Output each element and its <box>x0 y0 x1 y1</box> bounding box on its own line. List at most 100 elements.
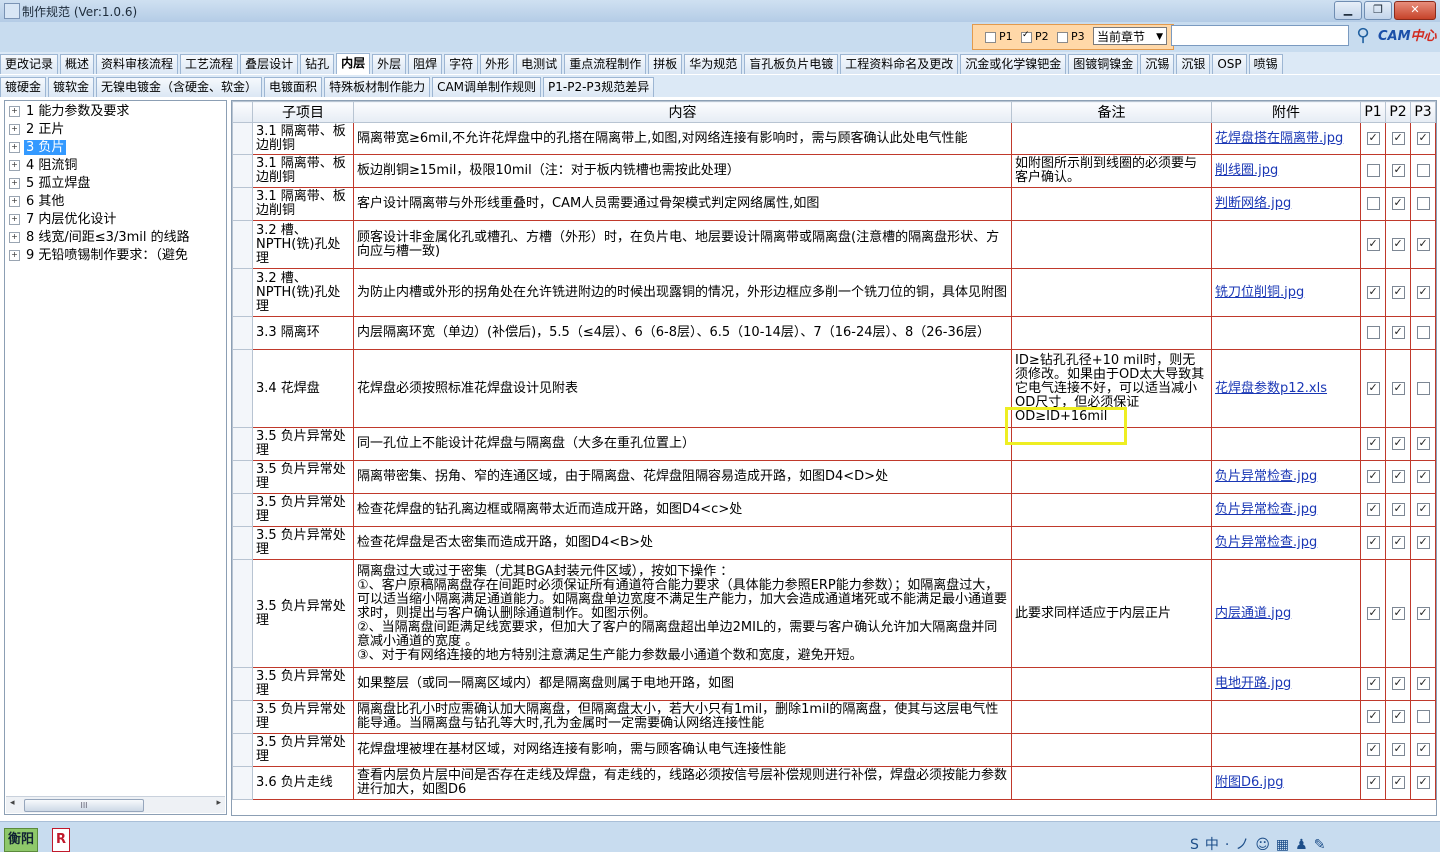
note-cell[interactable] <box>1011 187 1212 221</box>
row-header-corner[interactable] <box>232 101 253 123</box>
p3-checkbox[interactable] <box>1416 197 1430 210</box>
p1-cell[interactable] <box>1360 349 1386 428</box>
expand-icon[interactable]: + <box>9 142 20 153</box>
note-cell[interactable] <box>1011 316 1212 350</box>
tree-item[interactable]: +7 内层优化设计 <box>9 211 118 229</box>
attach-cell[interactable]: 铣刀位削铜.jpg <box>1211 268 1361 317</box>
attach-cell[interactable]: 负片异常检查.jpg <box>1211 460 1361 494</box>
note-cell[interactable] <box>1011 268 1212 317</box>
content-cell[interactable]: 隔离带宽≥6mil,不允许花焊盘中的孔搭在隔离带上,如图,对网络连接有影响时，需… <box>353 122 1012 155</box>
item-cell[interactable]: 3.5 负片异常处理 <box>252 667 354 701</box>
row-header[interactable] <box>232 766 253 800</box>
content-cell[interactable]: 隔离盘过大或过于密集（尤其BGA封装元件区域），按如下操作 ： ①、客户原稿隔离… <box>353 559 1012 668</box>
attach-cell[interactable] <box>1211 733 1361 767</box>
p1-checkbox[interactable] <box>1366 469 1380 483</box>
table-row[interactable]: 3.5 负片异常处理 同一孔位上不能设计花焊盘与隔离盘（大多在重孔位置上） <box>232 427 1436 461</box>
p2-cell[interactable] <box>1385 349 1411 428</box>
tab-r2-2[interactable]: 无镍电镀金（含硬金、软金） <box>96 77 263 97</box>
row-header[interactable] <box>232 349 253 428</box>
tree-item[interactable]: +8 线宽/间距≤3/3mil 的线路 <box>9 229 192 247</box>
p2-cell[interactable] <box>1385 559 1411 668</box>
p3-checkbox[interactable] <box>1416 710 1430 723</box>
p2-checkbox[interactable] <box>1391 606 1405 620</box>
row-header[interactable] <box>232 154 253 188</box>
tab-r1-14[interactable]: 华为规范 <box>684 54 743 74</box>
tree-item[interactable]: +9 无铅喷锡制作要求：（避免 <box>9 247 190 265</box>
tab-r1-7[interactable]: 外层 <box>372 54 407 74</box>
expand-icon[interactable]: + <box>9 250 20 261</box>
attach-cell[interactable]: 判断网络.jpg <box>1211 187 1361 221</box>
row-header[interactable] <box>232 667 253 701</box>
table-row[interactable]: 3.5 负片异常处理 花焊盘埋被埋在基材区域，对网络连接有影响，需与顾客确认电气连… <box>232 733 1436 767</box>
p1-cell[interactable] <box>1360 220 1386 269</box>
r-badge[interactable]: R <box>52 828 71 852</box>
p2-checkbox[interactable] <box>1391 469 1405 483</box>
scroll-left-icon[interactable]: ◂ <box>10 798 15 808</box>
item-cell[interactable]: 3.3 隔离环 <box>252 316 354 350</box>
p2-cell[interactable] <box>1385 460 1411 494</box>
p3-checkbox[interactable] <box>1416 742 1430 756</box>
attach-cell[interactable]: 电地开路.jpg <box>1211 667 1361 701</box>
p2-cell[interactable] <box>1385 733 1411 767</box>
p3-cell[interactable] <box>1410 493 1436 527</box>
row-header[interactable] <box>232 700 253 734</box>
p1-checkbox[interactable] <box>1366 502 1380 516</box>
p3-checkbox[interactable] <box>1416 535 1430 549</box>
tree-item[interactable]: +6 其他 <box>9 193 66 211</box>
note-cell[interactable] <box>1011 460 1212 494</box>
p3-cell[interactable] <box>1410 154 1436 188</box>
note-cell[interactable] <box>1011 122 1212 155</box>
attachment-link[interactable]: 花焊盘参数p12.xls <box>1215 381 1327 396</box>
attachment-link[interactable]: 负片异常检查.jpg <box>1215 502 1317 517</box>
column-header-p3[interactable]: P3 <box>1410 101 1436 123</box>
content-cell[interactable]: 如果整层（或同一隔离区域内）都是隔离盘则属于电地开路，如图 <box>353 667 1012 701</box>
minimize-button[interactable]: ▁ <box>1334 1 1362 20</box>
p3-cell[interactable] <box>1410 766 1436 800</box>
item-cell[interactable]: 3.5 负片异常处理 <box>252 526 354 560</box>
search-input[interactable] <box>1171 25 1349 46</box>
p1-checkbox[interactable] <box>1366 775 1380 789</box>
p2-cell[interactable] <box>1385 493 1411 527</box>
p1-checkbox[interactable] <box>1366 164 1380 177</box>
p1-cell[interactable] <box>1360 187 1386 221</box>
p3-cell[interactable] <box>1410 526 1436 560</box>
note-cell[interactable]: 如附图所示削到线圈的必须要与客户确认。 <box>1011 154 1212 188</box>
p1-cell[interactable] <box>1360 493 1386 527</box>
content-cell[interactable]: 查看内层负片层中间是否存在走线及焊盘，有走线的，线路必须按信号层补偿规则进行补偿… <box>353 766 1012 800</box>
p2-cell[interactable] <box>1385 122 1411 155</box>
tab-r1-5[interactable]: 钻孔 <box>300 54 335 74</box>
row-header[interactable] <box>232 460 253 494</box>
p1-cell[interactable] <box>1360 700 1386 734</box>
p3-checkbox[interactable] <box>1416 381 1430 395</box>
p1-checkbox[interactable] <box>1366 131 1380 145</box>
p1-filter[interactable]: P1 <box>985 30 1013 43</box>
content-cell[interactable]: 隔离盘比孔小时应需确认加大隔离盘，但隔离盘太小，若大小只有1mil，删除1mil… <box>353 700 1012 734</box>
tab-r1-12[interactable]: 重点流程制作 <box>564 54 647 74</box>
scroll-thumb[interactable]: III <box>24 799 144 812</box>
tab-r1-1[interactable]: 概述 <box>60 54 95 74</box>
attachment-link[interactable]: 附图D6.jpg <box>1215 775 1284 790</box>
p3-cell[interactable] <box>1410 559 1436 668</box>
p3-checkbox[interactable] <box>1416 285 1430 299</box>
tab-r1-21[interactable]: OSP <box>1212 54 1247 74</box>
item-cell[interactable]: 3.1 隔离带、板边削铜 <box>252 154 354 188</box>
row-header[interactable] <box>232 220 253 269</box>
tab-r2-6[interactable]: P1-P2-P3规范差异 <box>543 77 655 97</box>
p2-checkbox[interactable] <box>1021 30 1032 43</box>
table-row[interactable]: 3.5 负片异常处理 检查花焊盘的钻孔离边框或隔离带太近而造成开路，如图D4<c>… <box>232 493 1436 527</box>
p2-filter[interactable]: P2 <box>1021 30 1049 43</box>
p3-cell[interactable] <box>1410 187 1436 221</box>
tab-r1-10[interactable]: 外形 <box>480 54 515 74</box>
content-cell[interactable]: 检查花焊盘的钻孔离边框或隔离带太近而造成开路，如图D4<c>处 <box>353 493 1012 527</box>
p2-checkbox[interactable] <box>1391 131 1405 145</box>
restore-button[interactable]: ❐ <box>1364 1 1392 20</box>
row-header[interactable] <box>232 187 253 221</box>
tab-r1-9[interactable]: 字符 <box>444 54 479 74</box>
p2-checkbox[interactable] <box>1391 325 1405 339</box>
table-row[interactable]: 3.6 负片走线 查看内层负片层中间是否存在走线及焊盘，有走线的，线路必须按信号层… <box>232 766 1436 800</box>
table-row[interactable]: 3.3 隔离环 内层隔离环宽（单边）(补偿后)，5.5（≤4层）、6（6-8层）、… <box>232 316 1436 350</box>
column-header-p1[interactable]: P1 <box>1360 101 1386 123</box>
p2-checkbox[interactable] <box>1391 676 1405 690</box>
content-cell[interactable]: 隔离带密集、拐角、窄的连通区域，由于隔离盘、花焊盘阻隔容易造成开路，如图D4<D… <box>353 460 1012 494</box>
content-cell[interactable]: 花焊盘必须按照标准花焊盘设计见附表 <box>353 349 1012 428</box>
